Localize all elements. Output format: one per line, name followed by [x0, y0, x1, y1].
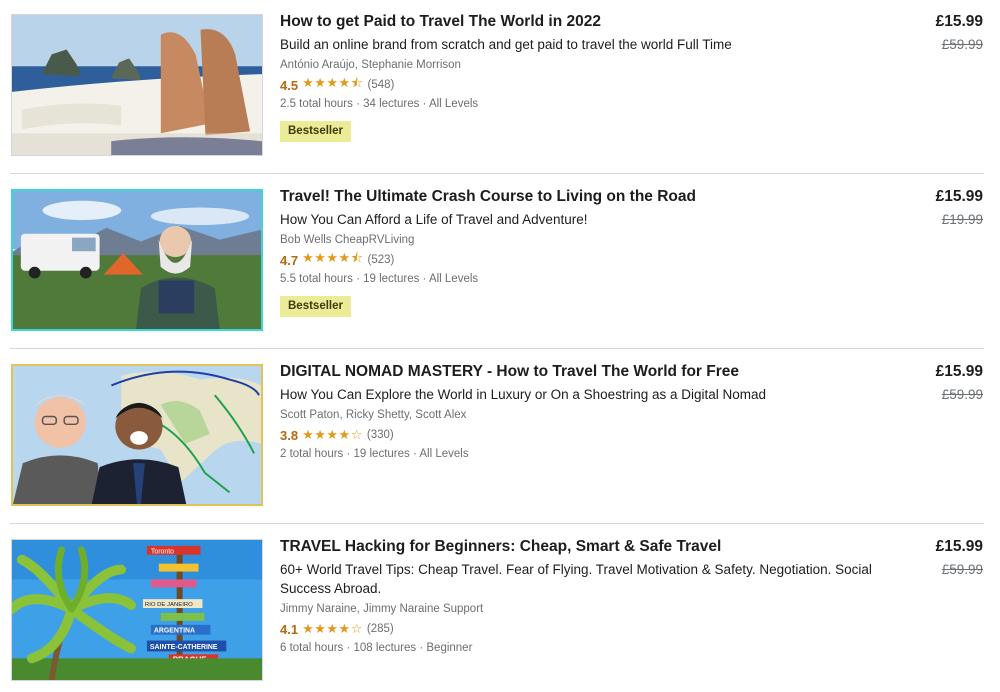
sign-sainte-catherine: SAINTE-CATHERINE: [150, 644, 218, 651]
current-price: £15.99: [935, 538, 983, 555]
course-meta: 6 total hours · 108 lectures · Beginner: [280, 642, 473, 654]
star-rating-icon: ★★★★☆: [302, 427, 363, 442]
rating-value: 4.1: [280, 621, 299, 637]
course-price: £15.99 £59.99: [936, 537, 983, 579]
course-info: DIGITAL NOMAD MASTERY - How to Travel Th…: [280, 362, 900, 462]
course-meta: 5.5 total hours · 19 lectures · All Leve…: [280, 273, 479, 285]
course-instructors: Scott Paton, Ricky Shetty, Scott Alex: [280, 409, 467, 421]
original-price: £59.99: [941, 37, 983, 52]
course-thumbnail[interactable]: [11, 189, 263, 331]
course-price: £15.99 £59.99: [936, 362, 983, 404]
course-instructors: António Araújo, Stephanie Morrison: [280, 59, 461, 71]
course-title[interactable]: TRAVEL Hacking for Beginners: Cheap, Sma…: [280, 537, 900, 557]
course-thumbnail[interactable]: Toronto RIO DE JANEIRO ARGENTINA SAINTE-…: [11, 539, 263, 681]
course-price: £15.99 £59.99: [936, 12, 983, 54]
course-headline: 60+ World Travel Tips: Cheap Travel. Fea…: [280, 562, 872, 596]
course-price: £15.99 £19.99: [936, 187, 983, 229]
boat-sunbathing-image: [12, 15, 262, 155]
current-price: £15.99: [935, 363, 983, 380]
rating-row: 4.1 ★★★★☆ (285): [280, 620, 900, 638]
original-price: £59.99: [941, 387, 983, 402]
course-instructors: Jimmy Naraine, Jimmy Naraine Support: [280, 603, 484, 615]
divider: [10, 173, 984, 174]
course-headline: How You Can Explore the World in Luxury …: [280, 387, 767, 402]
course-headline: How You Can Afford a Life of Travel and …: [280, 212, 588, 227]
star-rating-icon: ★★★★⯪: [302, 75, 364, 90]
sign-toronto: Toronto: [151, 548, 174, 555]
course-card[interactable]: How to get Paid to Travel The World in 2…: [0, 0, 1000, 174]
van-camping-image: [13, 191, 261, 329]
rating-value: 4.5: [280, 77, 299, 93]
sign-rio: RIO DE JANEIRO: [145, 602, 193, 608]
course-meta: 2.5 total hours · 34 lectures · All Leve…: [280, 98, 479, 110]
original-price: £19.99: [941, 212, 983, 227]
course-card[interactable]: Toronto RIO DE JANEIRO ARGENTINA SAINTE-…: [0, 525, 1000, 692]
course-title[interactable]: DIGITAL NOMAD MASTERY - How to Travel Th…: [280, 362, 900, 382]
rating-row: 3.8 ★★★★☆ (330): [280, 426, 900, 444]
rating-count: (523): [367, 254, 395, 266]
star-rating-icon: ★★★★⯪: [302, 250, 364, 265]
course-card[interactable]: DIGITAL NOMAD MASTERY - How to Travel Th…: [0, 350, 1000, 524]
course-title[interactable]: Travel! The Ultimate Crash Course to Liv…: [280, 187, 900, 207]
divider: [10, 523, 984, 524]
rating-row: 4.5 ★★★★⯪ (548): [280, 75, 900, 94]
world-map-nomads-image: [13, 366, 261, 504]
rating-count: (330): [366, 429, 394, 441]
rating-row: 4.7 ★★★★⯪ (523): [280, 250, 900, 269]
course-title[interactable]: How to get Paid to Travel The World in 2…: [280, 12, 900, 32]
rating-count: (285): [366, 623, 394, 635]
course-headline: Build an online brand from scratch and g…: [280, 37, 732, 52]
rating-value: 4.7: [280, 252, 299, 268]
rating-count: (548): [367, 79, 395, 91]
course-thumbnail[interactable]: [11, 364, 263, 506]
sign-argentina: ARGENTINA: [154, 628, 195, 635]
signpost-palm-image: Toronto RIO DE JANEIRO ARGENTINA SAINTE-…: [12, 540, 262, 680]
rating-value: 3.8: [280, 427, 299, 443]
course-info: Travel! The Ultimate Crash Course to Liv…: [280, 187, 900, 317]
course-thumbnail[interactable]: [11, 14, 263, 156]
course-card[interactable]: Travel! The Ultimate Crash Course to Liv…: [0, 175, 1000, 349]
star-rating-icon: ★★★★☆: [302, 621, 363, 636]
course-instructors: Bob Wells CheapRVLiving: [280, 234, 415, 246]
course-info: How to get Paid to Travel The World in 2…: [280, 12, 900, 142]
divider: [10, 348, 984, 349]
original-price: £59.99: [941, 562, 983, 577]
course-meta: 2 total hours · 19 lectures · All Levels: [280, 448, 469, 460]
current-price: £15.99: [935, 188, 983, 205]
bestseller-badge: Bestseller: [280, 121, 351, 142]
current-price: £15.99: [935, 13, 983, 30]
course-info: TRAVEL Hacking for Beginners: Cheap, Sma…: [280, 537, 900, 656]
bestseller-badge: Bestseller: [280, 296, 351, 317]
